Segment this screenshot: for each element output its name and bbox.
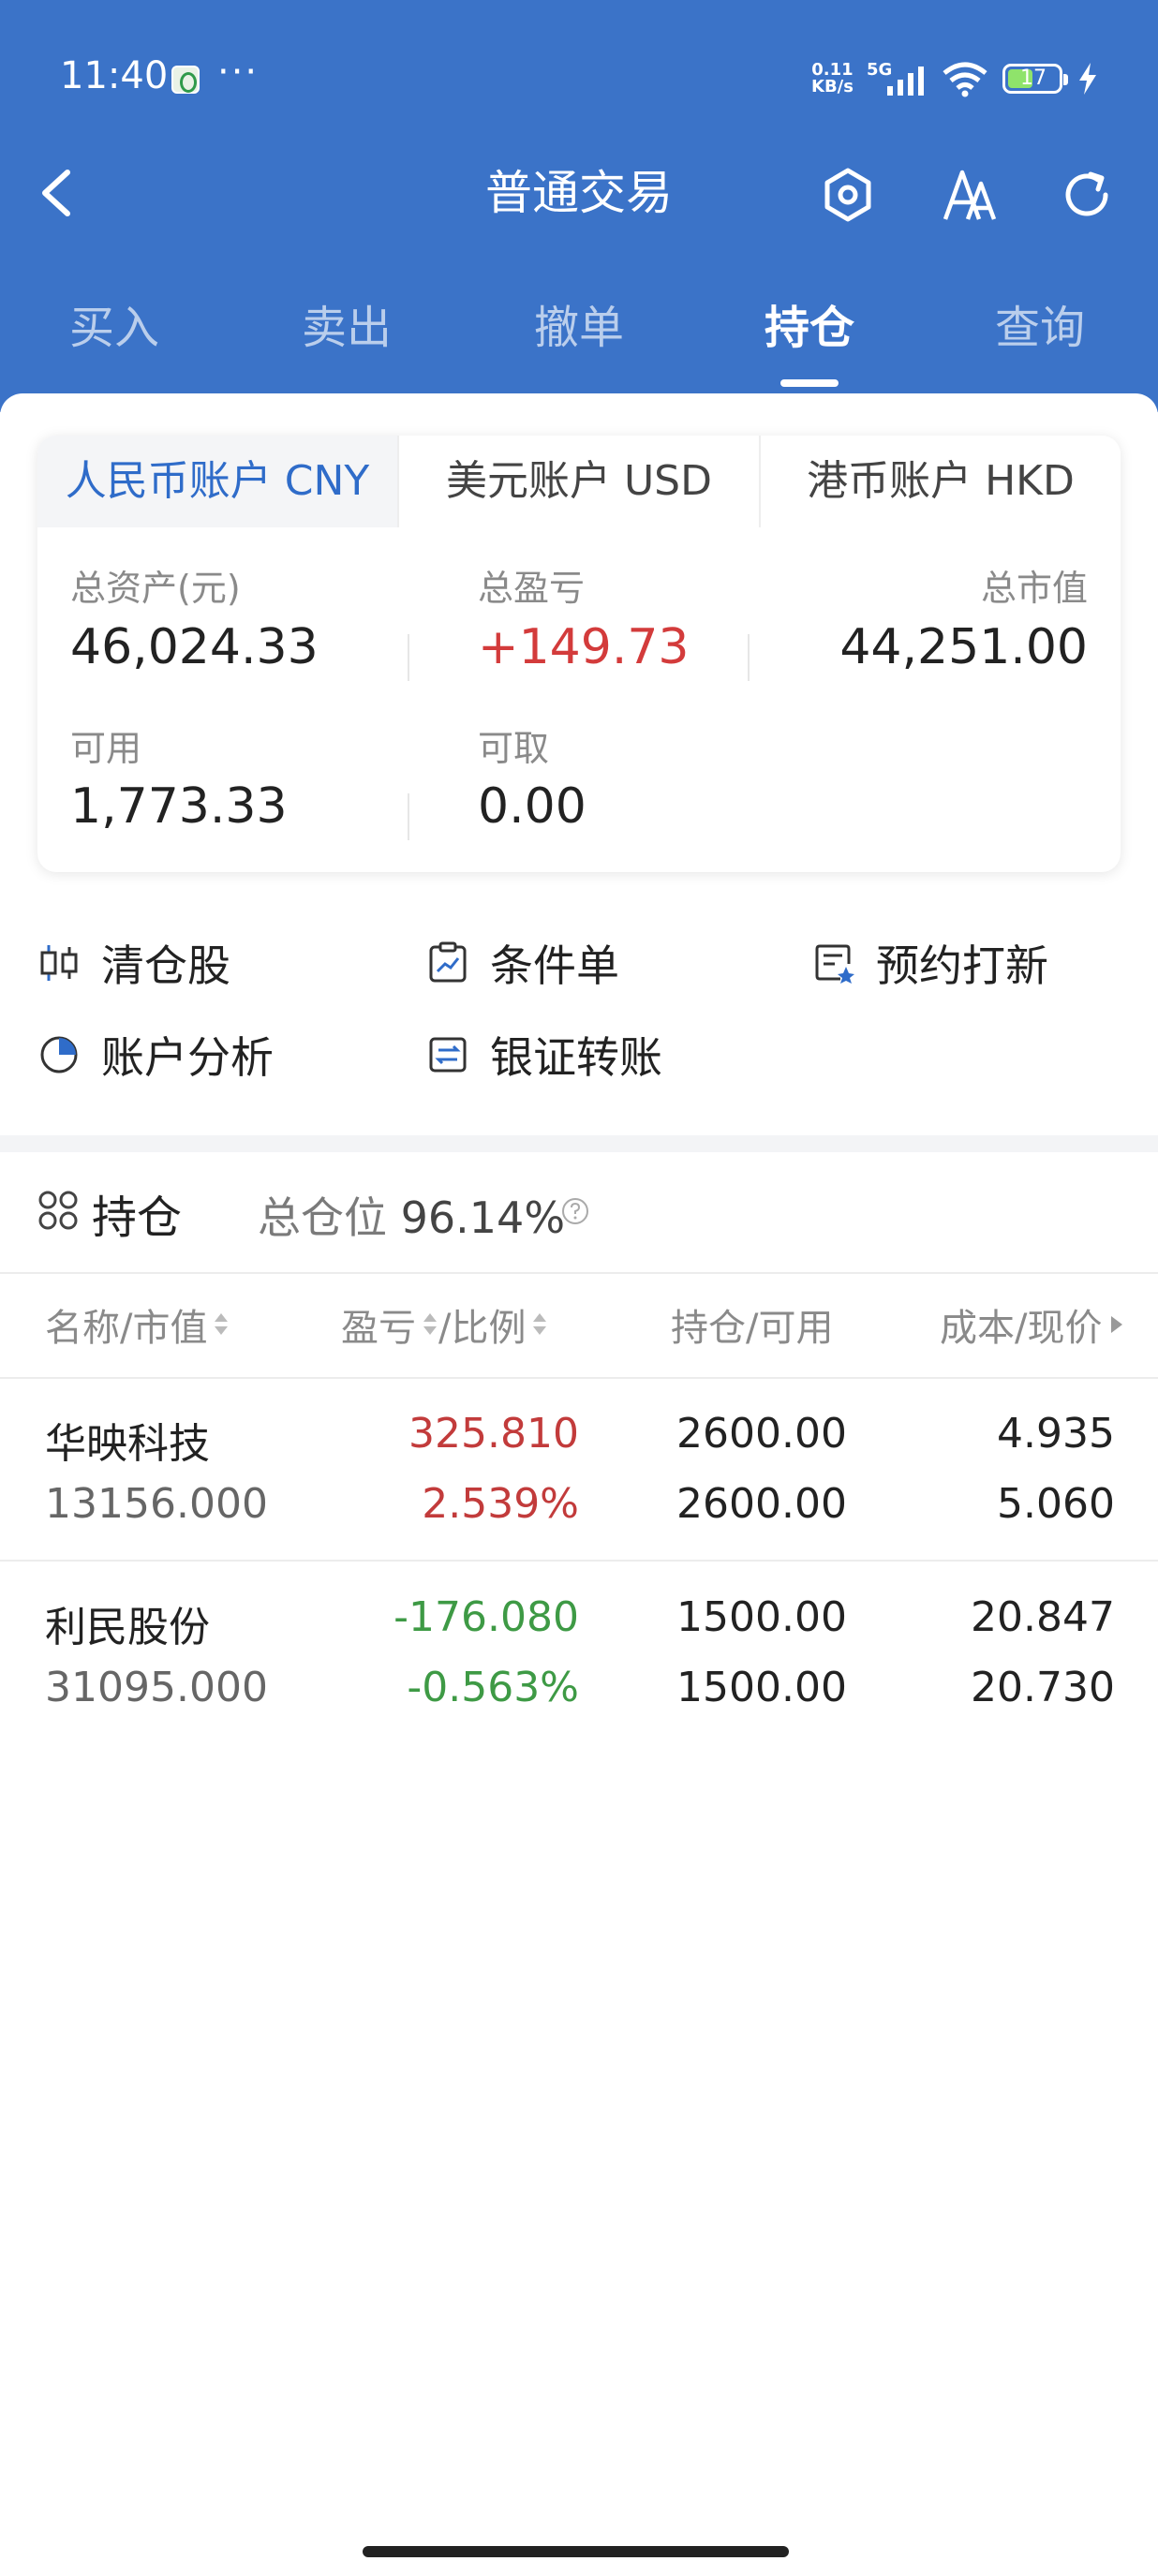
quick-action-clear-stock[interactable]: 清仓股 (37, 935, 230, 991)
tab-cancel-order[interactable]: 撤单 (485, 290, 673, 365)
currency-tabs: 人民币账户 CNY 美元账户 USD 港币账户 HKD (37, 436, 1121, 527)
tab-sell[interactable]: 卖出 (253, 290, 440, 365)
active-tab-indicator (780, 379, 839, 387)
quick-action-condition-order[interactable]: 条件单 (426, 935, 619, 991)
column-label: 成本/现价 (940, 1307, 1103, 1350)
market-value-label: 总市值 (980, 568, 1088, 609)
grid-icon (38, 1191, 78, 1230)
available-value: 1,773.33 (70, 778, 288, 835)
column-label: 盈亏 (341, 1307, 416, 1350)
stock-name: 利民股份 (45, 1604, 210, 1651)
total-pnl-label: 总盈亏 (478, 568, 586, 609)
total-assets-label: 总资产(元) (70, 568, 241, 609)
quick-action-bank-transfer[interactable]: 银证转账 (426, 1027, 662, 1083)
battery-level: 17 (1020, 67, 1047, 90)
withdrawable-label: 可取 (478, 728, 550, 769)
stock-price: 5.060 (997, 1480, 1115, 1528)
column-position-available: 持仓/可用 (671, 1297, 833, 1352)
stock-market-value: 31095.000 (45, 1664, 268, 1711)
position-ratio: 总仓位 96.14% (258, 1184, 565, 1246)
transfer-icon (429, 1037, 467, 1073)
column-name-value[interactable]: 名称/市值 (45, 1297, 230, 1352)
quick-action-label: 清仓股 (101, 940, 230, 991)
position-ratio-value: 96.14% (400, 1192, 566, 1243)
total-pnl-value: +149.73 (478, 619, 690, 675)
quick-action-label: 账户分析 (101, 1032, 274, 1083)
quick-action-label: 预约打新 (876, 940, 1048, 991)
status-time: 11:40 (60, 54, 169, 97)
stock-name: 华映科技 (45, 1420, 210, 1468)
sort-icon (422, 1306, 438, 1343)
separator (408, 634, 409, 681)
status-bar: 11:40 ··· 0.11 KB/s 5G 17 (0, 0, 1158, 159)
quick-action-account-analysis[interactable]: 账户分析 (37, 1027, 274, 1083)
tab-usd-account[interactable]: 美元账户 USD (397, 436, 759, 527)
total-assets-value: 46,024.33 (70, 619, 319, 675)
stock-pnl: 325.810 (408, 1410, 579, 1458)
tab-hkd-account[interactable]: 港币账户 HKD (759, 436, 1121, 527)
stock-available: 2600.00 (676, 1480, 847, 1528)
account-summary-card: 人民币账户 CNY 美元账户 USD 港币账户 HKD 总资产(元) 46,02… (37, 436, 1121, 872)
stock-pnl: -176.080 (393, 1593, 579, 1641)
divider-line (0, 1377, 1158, 1379)
tab-cny-account[interactable]: 人民币账户 CNY (37, 436, 397, 527)
trade-tabs: 买入 卖出 撤单 持仓 查询 (0, 290, 1158, 393)
stock-available: 1500.00 (676, 1664, 847, 1711)
column-pnl-ratio[interactable]: 盈亏 /比例 (341, 1297, 548, 1352)
separator (408, 793, 409, 840)
font-size-icon[interactable] (940, 165, 1000, 225)
sort-icon (213, 1306, 230, 1343)
column-label: 持仓/可用 (671, 1307, 834, 1350)
network-speed: 0.11 KB/s (811, 62, 854, 96)
withdrawable-value: 0.00 (478, 778, 586, 835)
column-cost-price[interactable]: 成本/现价 (940, 1297, 1123, 1352)
condition-order-icon (429, 941, 467, 983)
refresh-icon[interactable] (1057, 165, 1117, 225)
separator (748, 634, 750, 681)
battery-icon: 17 (1002, 64, 1068, 94)
stock-pnl-ratio: -0.563% (407, 1664, 579, 1711)
quick-action-label: 条件单 (490, 940, 619, 991)
quick-action-label: 银证转账 (490, 1032, 662, 1083)
divider-line (0, 1560, 1158, 1562)
help-icon[interactable] (560, 1196, 590, 1226)
settings-hexagon-icon[interactable] (818, 165, 878, 225)
stock-pnl-ratio: 2.539% (422, 1480, 579, 1528)
section-divider (0, 1135, 1158, 1152)
pie-chart-icon (40, 1036, 78, 1073)
charging-icon (1079, 63, 1096, 95)
stock-position: 2600.00 (676, 1410, 847, 1458)
divider-line (0, 1272, 1158, 1274)
column-label: 名称/市值 (45, 1307, 208, 1350)
sort-icon (531, 1306, 548, 1343)
holdings-title: 持仓 (92, 1192, 183, 1244)
tab-buy[interactable]: 买入 (21, 290, 208, 365)
app-notification-icon (171, 66, 200, 94)
signal-icon (887, 67, 924, 96)
stock-cost: 4.935 (997, 1410, 1115, 1458)
home-indicator[interactable] (363, 2546, 789, 2557)
clear-stock-icon (40, 945, 78, 981)
wifi-icon (943, 62, 987, 97)
scroll-right-arrow-icon (1111, 1316, 1123, 1333)
stock-price: 20.730 (971, 1664, 1115, 1711)
ipo-reserve-icon (815, 944, 854, 984)
network-speed-unit: KB/s (811, 77, 854, 96)
column-label: /比例 (438, 1307, 527, 1350)
position-ratio-label: 总仓位 (258, 1192, 387, 1243)
available-label: 可用 (70, 728, 142, 769)
market-value-value: 44,251.00 (839, 619, 1088, 675)
tab-positions[interactable]: 持仓 (716, 290, 903, 365)
tab-query[interactable]: 查询 (946, 290, 1134, 365)
stock-market-value: 13156.000 (45, 1480, 268, 1528)
more-notifications-icon: ··· (217, 51, 260, 94)
quick-action-ipo-reserve[interactable]: 预约打新 (812, 935, 1048, 991)
stock-position: 1500.00 (676, 1593, 847, 1641)
stock-cost: 20.847 (971, 1593, 1115, 1641)
